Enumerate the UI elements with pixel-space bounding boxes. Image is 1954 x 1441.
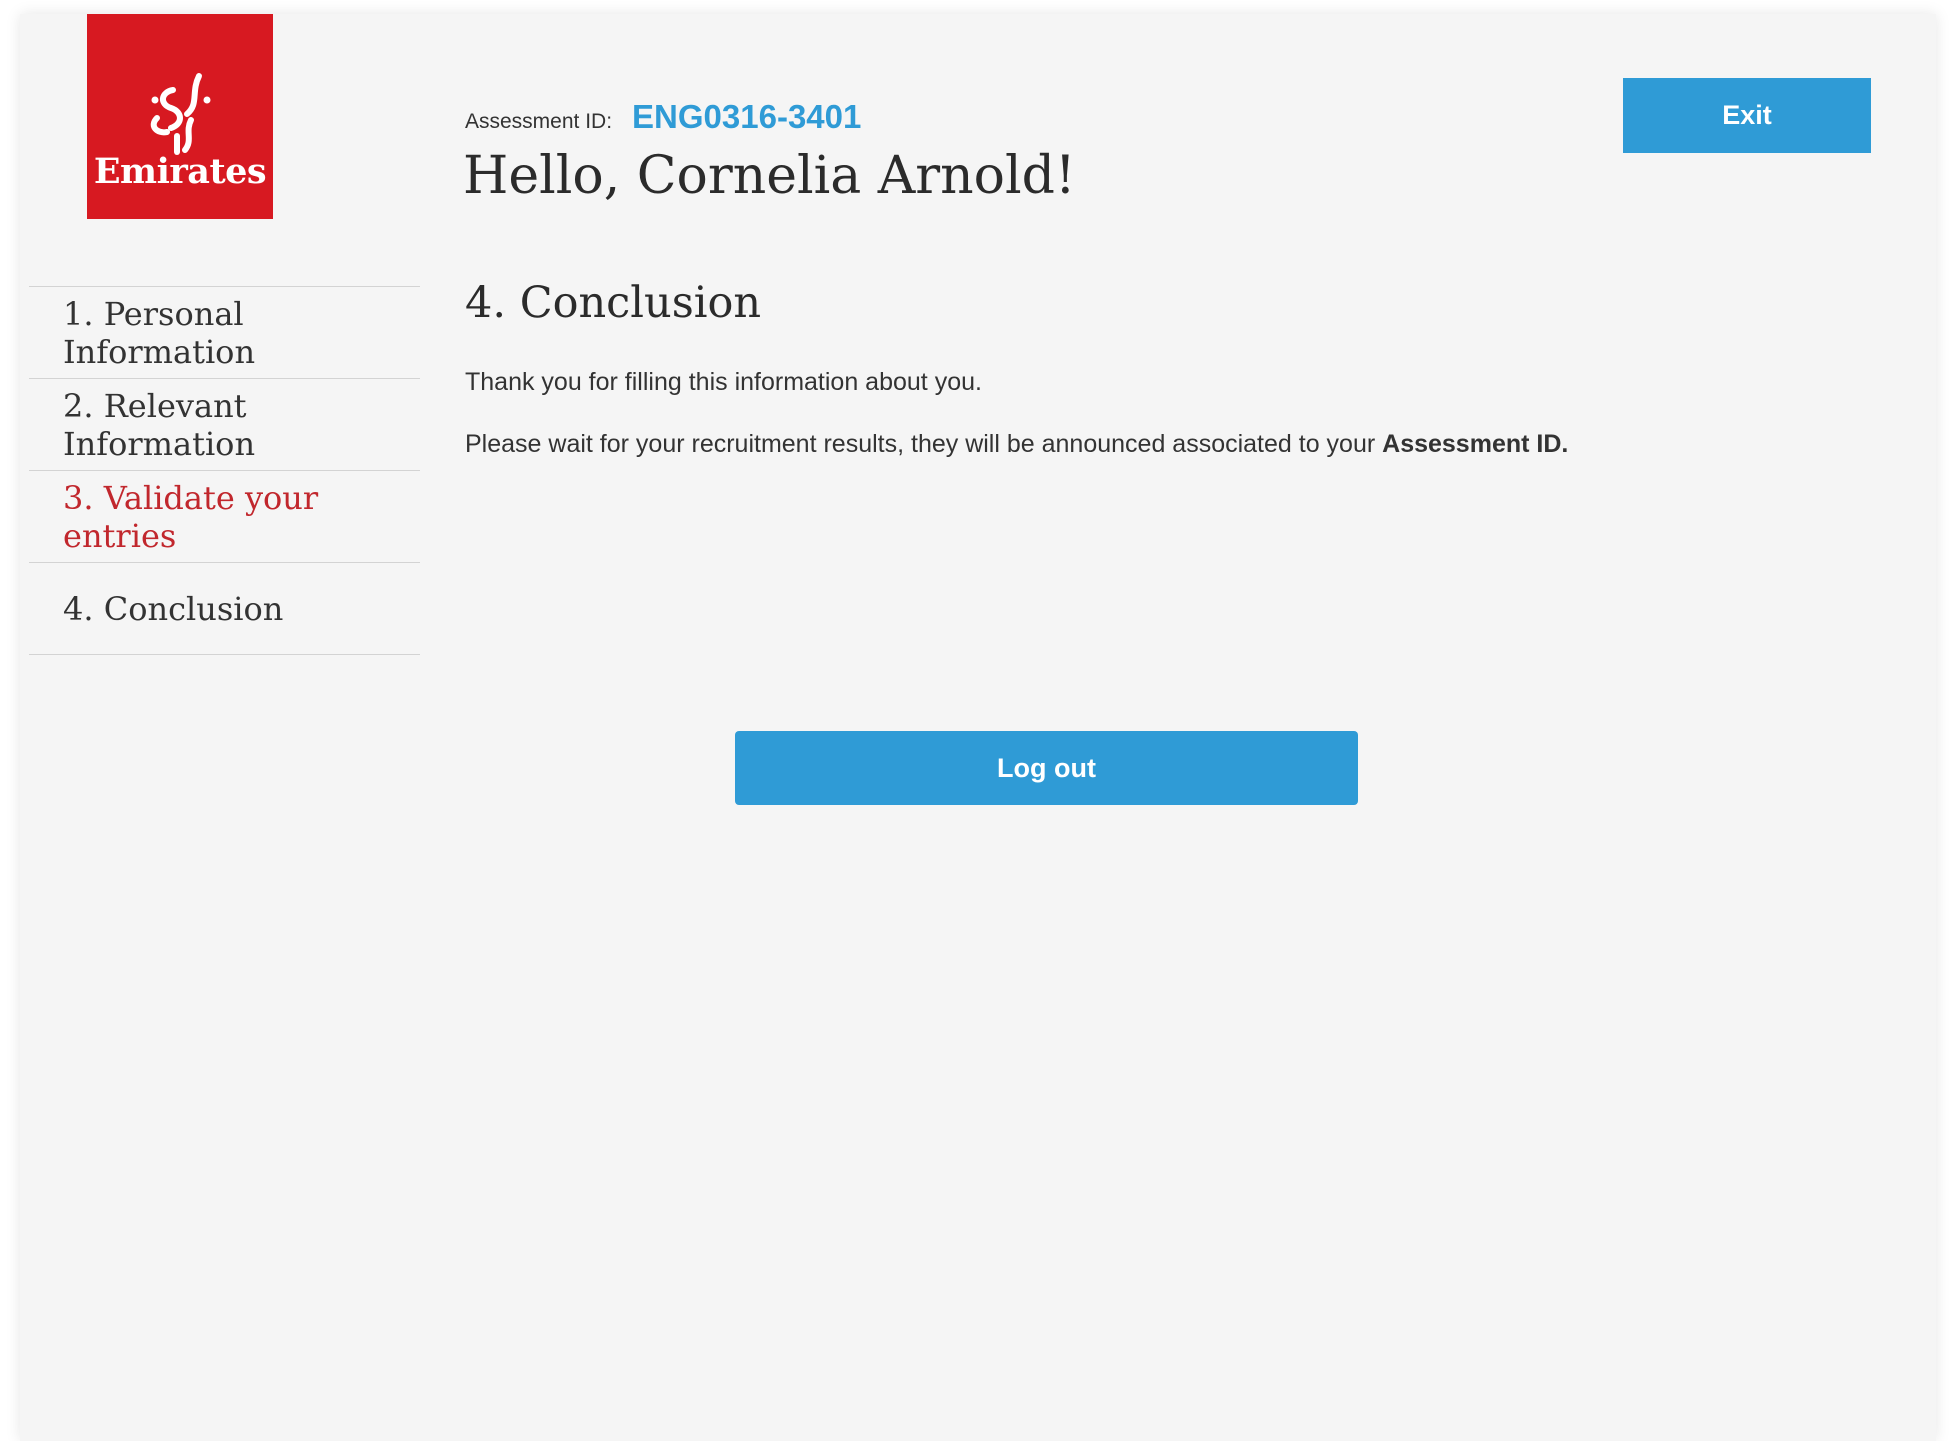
assessment-id-value: ENG0316-3401: [632, 98, 862, 135]
sidebar-item-conclusion[interactable]: 4. Conclusion: [29, 563, 420, 655]
page-frame: Emirates Assessment ID: ENG0316-3401 Hel…: [20, 14, 1936, 1441]
sidebar-item-personal-information[interactable]: 1. Personal Information: [29, 287, 420, 379]
assessment-id-row: Assessment ID: ENG0316-3401: [465, 98, 861, 136]
sidebar-item-relevant-information[interactable]: 2. Relevant Information: [29, 379, 420, 471]
section-title: 4. Conclusion: [465, 278, 762, 328]
sidebar-item-validate-entries[interactable]: 3. Validate your entries: [29, 471, 420, 563]
logo-wordmark: Emirates: [93, 151, 267, 192]
emirates-logo[interactable]: Emirates: [87, 14, 273, 219]
logout-button[interactable]: Log out: [735, 731, 1358, 805]
assessment-id-label: Assessment ID:: [465, 110, 613, 133]
steps-sidebar: 1. Personal Information 2. Relevant Info…: [29, 286, 420, 655]
arabic-calligraphy-icon: [150, 73, 211, 155]
exit-button[interactable]: Exit: [1623, 78, 1871, 153]
greeting-title: Hello, Cornelia Arnold!: [463, 146, 1076, 206]
wait-message-text: Please wait for your recruitment results…: [465, 430, 1383, 458]
wait-message-emphasis: Assessment ID.: [1382, 430, 1569, 458]
wait-message: Please wait for your recruitment results…: [465, 430, 1568, 459]
thank-you-message: Thank you for filling this information a…: [465, 368, 982, 396]
